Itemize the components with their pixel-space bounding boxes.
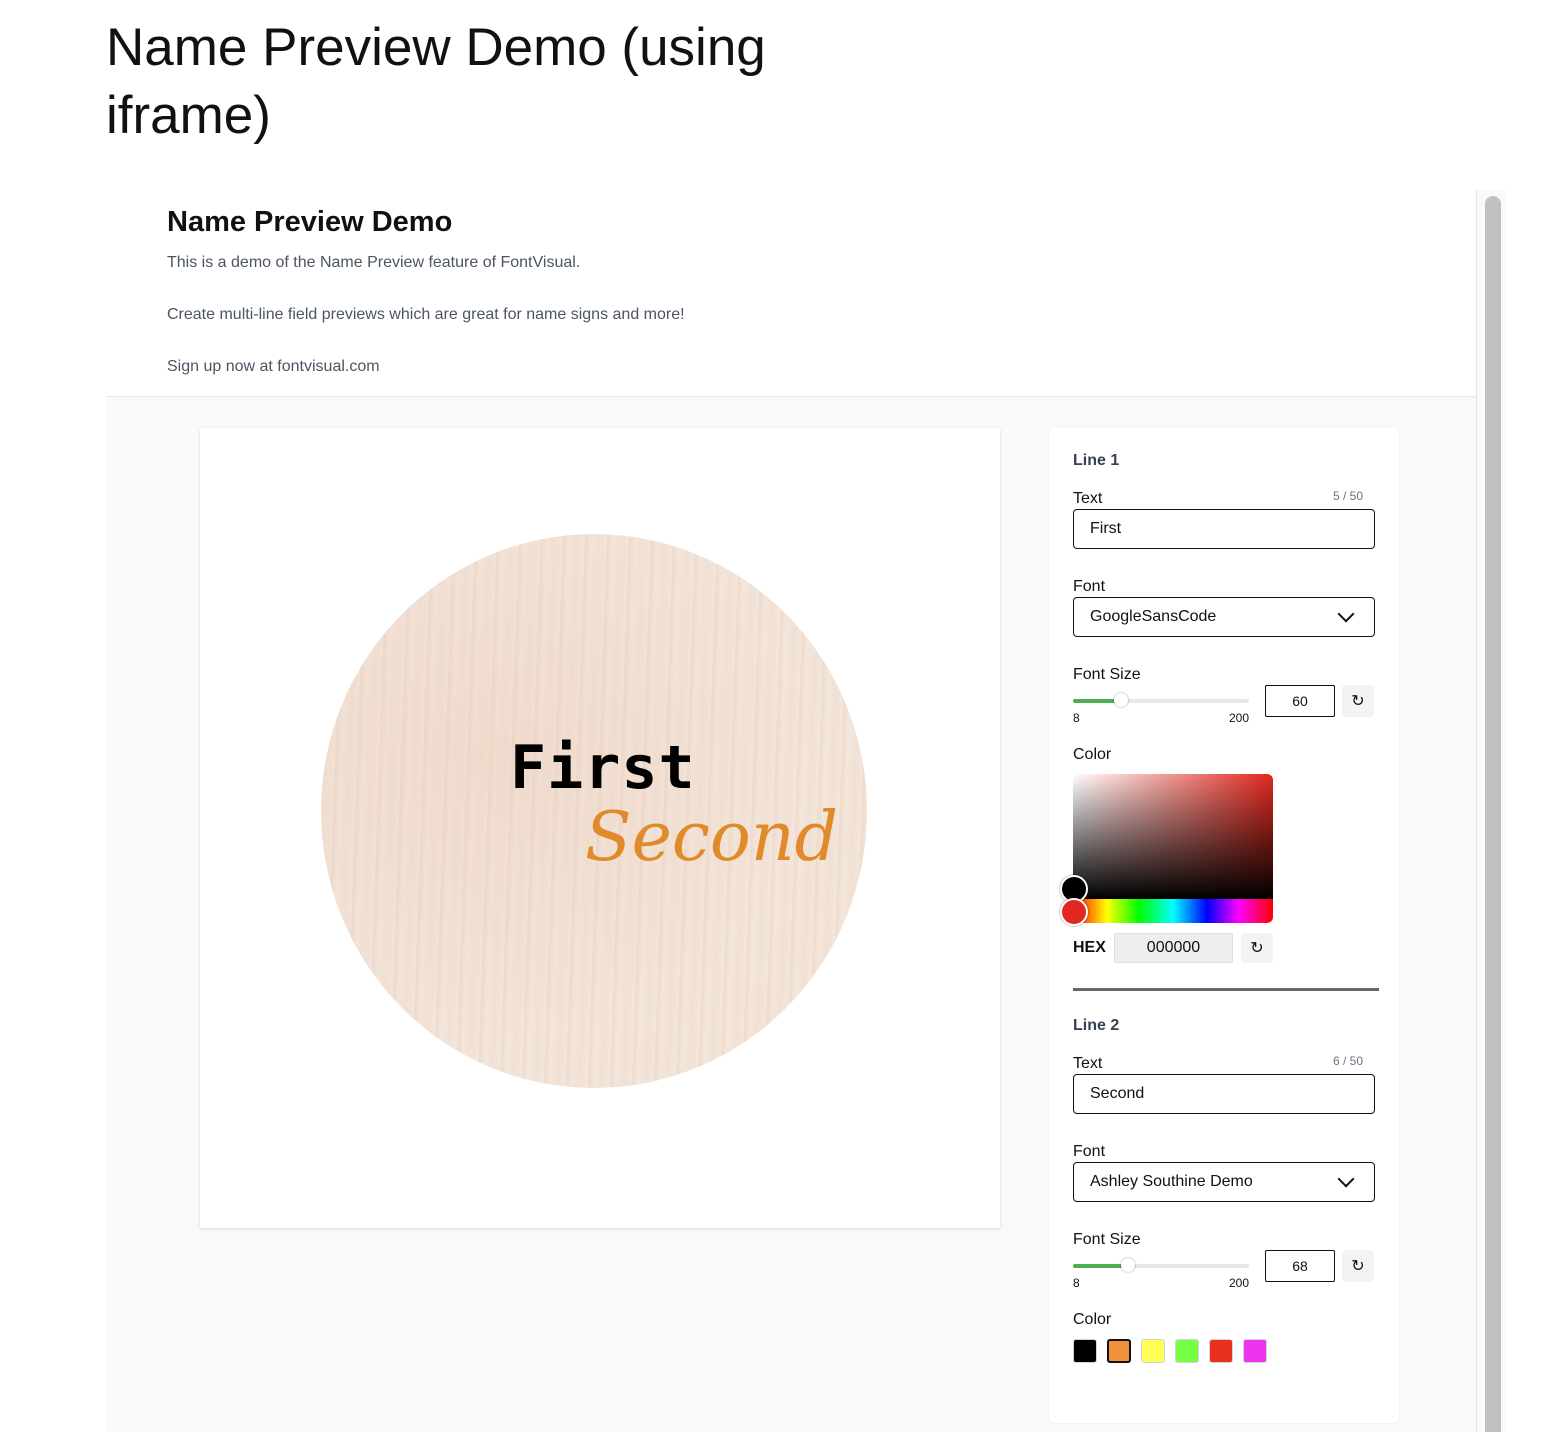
hex-reset-button[interactable]: ↻ <box>1241 933 1273 963</box>
demo-description-multiline: Create multi-line field previews which a… <box>167 306 685 323</box>
hex-label: HEX <box>1073 939 1106 956</box>
line-1-size-max: 200 <box>1229 711 1250 725</box>
scrollbar-thumb[interactable] <box>1485 196 1501 1432</box>
iframe-scrollbar[interactable] <box>1476 190 1506 1432</box>
refresh-icon: ↻ <box>1351 1258 1365 1275</box>
line-2-font-value: Ashley Southine Demo <box>1090 1173 1253 1190</box>
chevron-down-icon <box>1337 605 1355 623</box>
line-2-size-label: Font Size <box>1073 1231 1141 1248</box>
page-title: Name Preview Demo (using iframe) <box>106 18 766 145</box>
demo-title: Name Preview Demo <box>167 206 453 238</box>
swatch-black[interactable] <box>1073 1339 1097 1363</box>
line-2-size-max: 200 <box>1229 1276 1250 1290</box>
line-1-size-min: 8 <box>1073 711 1080 725</box>
swatch-red[interactable] <box>1209 1339 1233 1363</box>
swatch-yellow[interactable] <box>1141 1339 1165 1363</box>
controls-panel: Line 1 Text 5 / 50 Font GoogleSansCode F… <box>1049 428 1399 1423</box>
saturation-area[interactable] <box>1073 774 1273 899</box>
line-1-size-label: Font Size <box>1073 666 1141 683</box>
swatch-magenta[interactable] <box>1243 1339 1267 1363</box>
line-1-size-slider[interactable] <box>1073 693 1249 707</box>
line-2-font-label: Font <box>1073 1143 1106 1160</box>
line-2-size-slider[interactable] <box>1073 1258 1249 1272</box>
line-2-size-input[interactable]: 68 <box>1265 1250 1335 1282</box>
line-1-size-input[interactable]: 60 <box>1265 685 1335 717</box>
slider-fill <box>1073 1264 1128 1268</box>
line-1-font-select[interactable]: GoogleSansCode <box>1073 597 1375 637</box>
line-1-color-picker[interactable] <box>1060 774 1273 926</box>
line-2-heading: Line 2 <box>1073 1017 1120 1034</box>
swatch-green[interactable] <box>1175 1339 1199 1363</box>
line-2-color-label: Color <box>1073 1311 1112 1328</box>
slider-thumb[interactable] <box>1120 1258 1135 1272</box>
line-2-size-reset-button[interactable]: ↻ <box>1342 1250 1374 1282</box>
line-1-font-label: Font <box>1073 578 1106 595</box>
line-2-size-min: 8 <box>1073 1276 1080 1290</box>
hue-pointer[interactable] <box>1060 898 1088 926</box>
line-divider <box>1073 988 1379 991</box>
slider-thumb[interactable] <box>1113 693 1128 707</box>
hue-slider[interactable] <box>1073 899 1273 923</box>
hex-input[interactable]: 000000 <box>1114 933 1233 963</box>
line-2-color-swatches <box>1073 1339 1267 1363</box>
line-2-text-input[interactable] <box>1073 1074 1375 1114</box>
demo-description: This is a demo of the Name Preview featu… <box>167 254 581 271</box>
refresh-icon: ↻ <box>1250 940 1264 957</box>
line-1-heading: Line 1 <box>1073 452 1120 469</box>
demo-iframe: Name Preview Demo This is a demo of the … <box>106 190 1506 1432</box>
preview-line-1: First <box>510 733 696 803</box>
swatch-orange[interactable] <box>1107 1339 1131 1363</box>
line-1-color-label: Color <box>1073 746 1112 763</box>
chevron-down-icon <box>1337 1170 1355 1188</box>
line-1-size-reset-button[interactable]: ↻ <box>1342 685 1374 717</box>
line-1-char-counter: 5 / 50 <box>1332 489 1363 503</box>
line-2-font-select[interactable]: Ashley Southine Demo <box>1073 1162 1375 1202</box>
line-1-text-input[interactable] <box>1073 509 1375 549</box>
demo-signup-text: Sign up now at fontvisual.com <box>167 358 380 375</box>
line-2-text-label: Text <box>1073 1055 1103 1072</box>
line-1-font-value: GoogleSansCode <box>1090 608 1217 625</box>
line-1-text-label: Text <box>1073 490 1103 507</box>
preview-line-2: Second <box>585 798 839 877</box>
line-2-char-counter: 6 / 50 <box>1332 1054 1363 1068</box>
preview-card: First Second <box>200 428 1000 1228</box>
iframe-content: Name Preview Demo This is a demo of the … <box>106 190 1476 1432</box>
demo-header: Name Preview Demo This is a demo of the … <box>106 190 1476 397</box>
refresh-icon: ↻ <box>1351 693 1365 710</box>
